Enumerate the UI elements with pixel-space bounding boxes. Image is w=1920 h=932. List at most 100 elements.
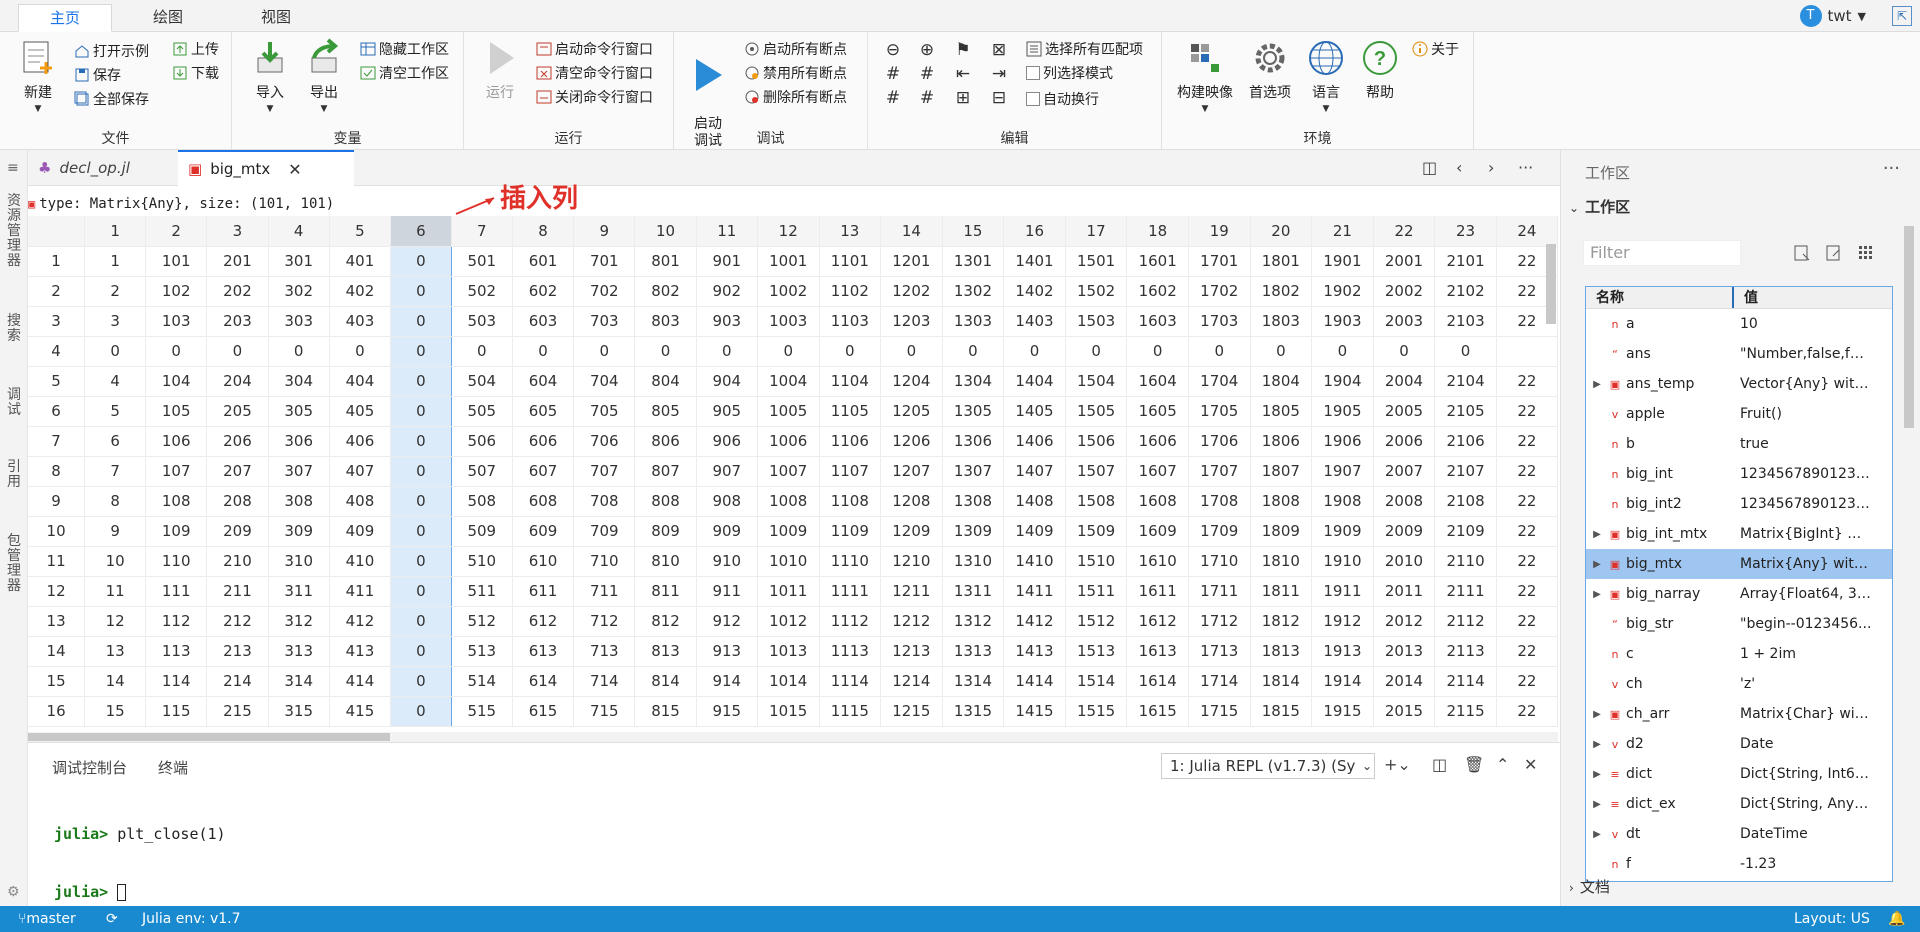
table-cell[interactable]: 22 <box>1496 636 1558 667</box>
table-cell[interactable]: 0 <box>268 336 330 367</box>
column-header[interactable]: 20 <box>1250 216 1313 247</box>
open-example-button[interactable]: 打开示例 <box>74 40 149 62</box>
table-cell[interactable]: 0 <box>206 336 269 367</box>
table-cell[interactable]: 1914 <box>1311 666 1374 697</box>
table-cell[interactable]: 0 <box>390 486 452 517</box>
table-cell[interactable]: 1804 <box>1250 366 1313 397</box>
table-cell[interactable]: 0 <box>757 336 820 367</box>
table-cell[interactable]: 1712 <box>1188 606 1251 637</box>
row-header[interactable]: 1 <box>28 246 86 277</box>
table-cell[interactable]: 1707 <box>1188 456 1251 487</box>
arrow-left-icon[interactable]: ⊖ <box>884 40 902 60</box>
julia-env[interactable]: Julia env: v1.7 <box>142 906 241 932</box>
column-header[interactable]: 22 <box>1373 216 1436 247</box>
table-cell[interactable]: 1610 <box>1126 546 1189 577</box>
tab-terminal[interactable]: 终端 <box>158 757 188 778</box>
about-button[interactable]: 关于 <box>1412 38 1459 60</box>
table-cell[interactable]: 2006 <box>1373 426 1436 457</box>
variable-row[interactable]: “ ans "Number,false,fal... <box>1586 339 1892 369</box>
table-cell[interactable]: 2003 <box>1373 306 1436 337</box>
tab-plot[interactable]: 绘图 <box>128 4 208 32</box>
table-cell[interactable]: 612 <box>512 606 575 637</box>
table-cell[interactable]: 2115 <box>1434 696 1497 727</box>
table-cell[interactable]: 1404 <box>1003 366 1066 397</box>
table-cell[interactable]: 1911 <box>1311 576 1374 607</box>
table-cell[interactable]: 1402 <box>1003 276 1066 307</box>
table-cell[interactable]: 1904 <box>1311 366 1374 397</box>
table-cell[interactable]: 1306 <box>942 426 1005 457</box>
workspace-scrollbar[interactable] <box>1904 226 1914 428</box>
close-cmd-button[interactable]: 关闭命令行窗口 <box>536 86 653 108</box>
table-cell[interactable]: 1113 <box>819 636 882 667</box>
table-cell[interactable]: 2107 <box>1434 456 1497 487</box>
column-header[interactable]: 11 <box>696 216 758 247</box>
table-cell[interactable]: 1007 <box>757 456 820 487</box>
table-cell[interactable]: 712 <box>573 606 636 637</box>
table-cell[interactable]: 402 <box>329 276 392 307</box>
table-cell[interactable]: 0 <box>942 336 1005 367</box>
row-header[interactable]: 12 <box>28 576 86 607</box>
table-cell[interactable]: 1607 <box>1126 456 1189 487</box>
table-cell[interactable]: 1706 <box>1188 426 1251 457</box>
table-cell[interactable]: 2109 <box>1434 516 1497 547</box>
table-cell[interactable]: 905 <box>696 396 758 427</box>
add-terminal-icon[interactable]: +⌄ <box>1384 755 1411 774</box>
table-cell[interactable]: 1412 <box>1003 606 1066 637</box>
table-cell[interactable]: 603 <box>512 306 575 337</box>
table-cell[interactable]: 0 <box>1188 336 1251 367</box>
table-cell[interactable]: 903 <box>696 306 758 337</box>
table-cell[interactable]: 804 <box>634 366 697 397</box>
table-cell[interactable]: 1105 <box>819 396 882 427</box>
close-icon[interactable]: ✕ <box>1524 755 1537 774</box>
row-header[interactable]: 13 <box>28 606 86 637</box>
table-cell[interactable]: 1311 <box>942 576 1005 607</box>
terminal-line[interactable]: julia> <box>54 883 127 901</box>
table-cell[interactable]: 2114 <box>1434 666 1497 697</box>
table-cell[interactable]: 710 <box>573 546 636 577</box>
table-cell[interactable]: 22 <box>1496 696 1558 727</box>
expand-icon[interactable]: ▶ <box>1586 529 1608 540</box>
table-cell[interactable]: 2015 <box>1373 696 1436 727</box>
select-all-matches-button[interactable]: 选择所有匹配项 <box>1026 38 1143 60</box>
table-cell[interactable]: 311 <box>268 576 330 607</box>
table-cell[interactable]: 1305 <box>942 396 1005 427</box>
table-cell[interactable]: 303 <box>268 306 330 337</box>
table-cell[interactable]: 209 <box>206 516 269 547</box>
table-cell[interactable]: 907 <box>696 456 758 487</box>
table-cell[interactable]: 2010 <box>1373 546 1436 577</box>
table-cell[interactable]: 302 <box>268 276 330 307</box>
table-cell[interactable]: 1103 <box>819 306 882 337</box>
table-cell[interactable]: 206 <box>206 426 269 457</box>
table-cell[interactable]: 2012 <box>1373 606 1436 637</box>
table-cell[interactable]: 807 <box>634 456 697 487</box>
table-cell[interactable]: 2011 <box>1373 576 1436 607</box>
expand-icon[interactable]: ▶ <box>1586 739 1608 750</box>
table-cell[interactable]: 8 <box>84 486 147 517</box>
expand-icon[interactable]: ▶ <box>1586 709 1608 720</box>
table-cell[interactable]: 0 <box>390 306 452 337</box>
table-cell[interactable]: 1213 <box>880 636 943 667</box>
table-cell[interactable]: 2106 <box>1434 426 1497 457</box>
table-cell[interactable]: 510 <box>451 546 513 577</box>
table-cell[interactable]: 1815 <box>1250 696 1313 727</box>
table-cell[interactable]: 1114 <box>819 666 882 697</box>
column-header[interactable]: 16 <box>1003 216 1066 247</box>
table-cell[interactable]: 1109 <box>819 516 882 547</box>
table-cell[interactable]: 9 <box>84 516 147 547</box>
table-cell[interactable]: 22 <box>1496 546 1558 577</box>
table-cell[interactable]: 1107 <box>819 456 882 487</box>
branch-indicator[interactable]: ⑂ master <box>18 906 76 932</box>
table-cell[interactable]: 703 <box>573 306 636 337</box>
table-cell[interactable]: 1102 <box>819 276 882 307</box>
table-cell[interactable]: 1104 <box>819 366 882 397</box>
table-cell[interactable]: 101 <box>145 246 208 277</box>
table-cell[interactable]: 702 <box>573 276 636 307</box>
variable-row[interactable]: n f -1.23 <box>1586 849 1892 879</box>
column-header[interactable]: 6 <box>390 216 452 247</box>
trash-icon[interactable]: 🗑 <box>1464 755 1484 774</box>
table-cell[interactable]: 1202 <box>880 276 943 307</box>
column-header[interactable]: 8 <box>512 216 575 247</box>
table-cell[interactable]: 901 <box>696 246 758 277</box>
table-cell[interactable]: 908 <box>696 486 758 517</box>
table-cell[interactable]: 1613 <box>1126 636 1189 667</box>
